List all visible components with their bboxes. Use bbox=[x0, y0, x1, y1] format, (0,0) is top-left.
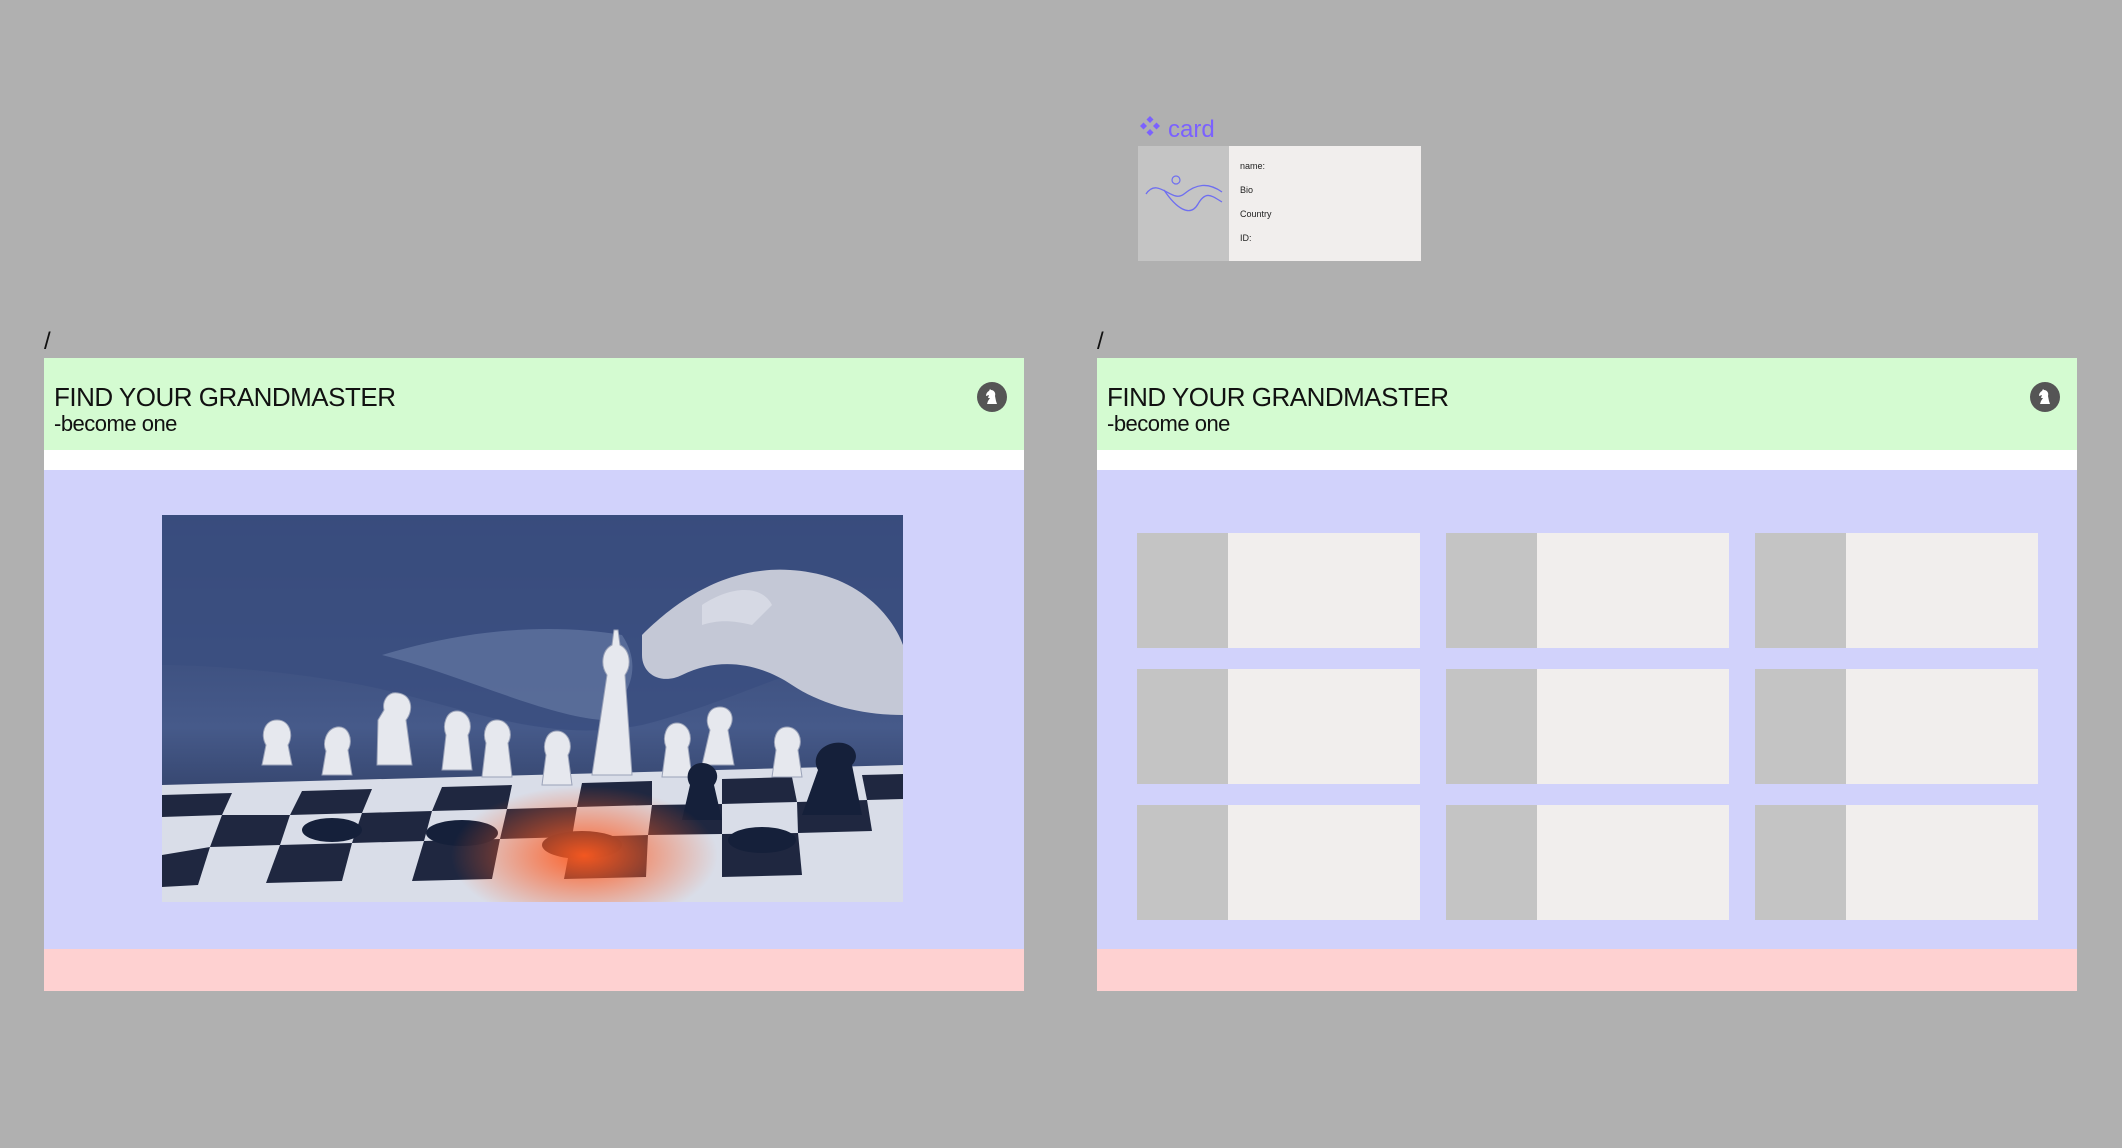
card-field-id: ID: bbox=[1240, 233, 1252, 243]
grandmaster-card[interactable] bbox=[1446, 533, 1729, 648]
card-image-placeholder bbox=[1137, 533, 1228, 648]
home-frame[interactable]: FIND YOUR GRANDMASTER -become one bbox=[44, 358, 1024, 991]
card-image-placeholder bbox=[1446, 805, 1537, 920]
card-field-bio: Bio bbox=[1240, 185, 1254, 195]
nav-bar bbox=[1097, 450, 2077, 470]
header-bar: FIND YOUR GRANDMASTER -become one bbox=[44, 358, 1024, 450]
footer-bar bbox=[44, 949, 1024, 991]
chess-knight-icon[interactable] bbox=[2030, 382, 2060, 412]
frame-label-right[interactable]: / bbox=[1097, 328, 1104, 356]
image-placeholder-icon bbox=[1138, 146, 1229, 261]
card-image-placeholder bbox=[1446, 533, 1537, 648]
site-title: FIND YOUR GRANDMASTER bbox=[1107, 382, 1449, 412]
grandmaster-card[interactable] bbox=[1137, 669, 1420, 784]
component-name: card bbox=[1168, 115, 1215, 143]
card-field-name: name: bbox=[1240, 161, 1266, 171]
grandmaster-card[interactable] bbox=[1755, 805, 2038, 920]
card-image-placeholder bbox=[1755, 805, 1846, 920]
card-image-placeholder bbox=[1137, 805, 1228, 920]
card-image-placeholder bbox=[1755, 669, 1846, 784]
grandmaster-card[interactable] bbox=[1137, 533, 1420, 648]
header-bar: FIND YOUR GRANDMASTER -become one bbox=[1097, 358, 2077, 450]
nav-bar bbox=[44, 450, 1024, 470]
card-image-placeholder bbox=[1755, 533, 1846, 648]
site-title: FIND YOUR GRANDMASTER bbox=[54, 382, 396, 412]
chess-knight-icon[interactable] bbox=[977, 382, 1007, 412]
footer-bar bbox=[1097, 949, 2077, 991]
card-image-placeholder bbox=[1137, 669, 1228, 784]
component-label[interactable]: card bbox=[1138, 114, 1215, 145]
grandmaster-card[interactable] bbox=[1446, 669, 1729, 784]
grandmaster-card[interactable] bbox=[1755, 533, 2038, 648]
card-field-country: Country bbox=[1240, 209, 1272, 219]
grandmasters-frame[interactable]: FIND YOUR GRANDMASTER -become one bbox=[1097, 358, 2077, 991]
frame-label-left[interactable]: / bbox=[44, 328, 51, 356]
grandmaster-card[interactable] bbox=[1755, 669, 2038, 784]
site-subtitle: -become one bbox=[54, 411, 177, 436]
component-icon bbox=[1138, 114, 1162, 145]
site-subtitle: -become one bbox=[1107, 411, 1230, 436]
grandmaster-card[interactable] bbox=[1446, 805, 1729, 920]
card-component[interactable]: name: Bio Country ID: bbox=[1138, 146, 1421, 261]
hero-chess-image bbox=[162, 515, 903, 902]
grandmaster-card[interactable] bbox=[1137, 805, 1420, 920]
card-image-placeholder bbox=[1446, 669, 1537, 784]
